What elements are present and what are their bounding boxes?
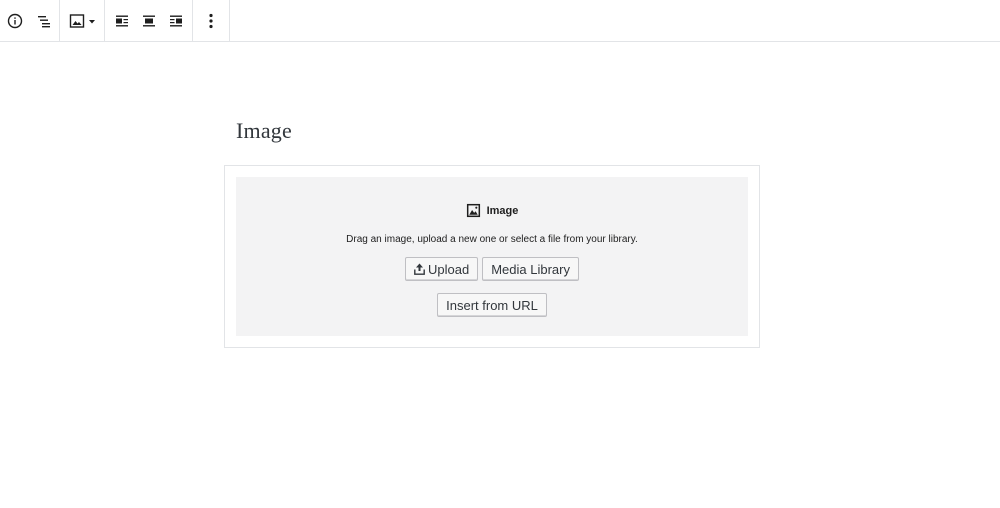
list-view-button[interactable] (30, 0, 60, 42)
insert-from-url-button[interactable]: Insert from URL (437, 293, 547, 317)
align-left-icon (115, 15, 128, 27)
insert-from-url-button-label: Insert from URL (446, 297, 538, 313)
block-title: Image (236, 118, 292, 143)
image-icon (69, 14, 84, 28)
block-info-button[interactable] (0, 0, 30, 42)
list-view-icon (38, 16, 51, 28)
placeholder-actions: Upload Media Library Insert from URL (236, 257, 748, 317)
placeholder-label-text: Image (486, 204, 519, 217)
placeholder-label: Image (236, 203, 748, 218)
dropdown-arrow-icon (88, 20, 95, 24)
image-placeholder: Image Drag an image, upload a new one or… (236, 177, 748, 336)
more-options-button[interactable] (193, 0, 229, 42)
toolbar-group-block-switcher (60, 0, 105, 42)
align-right-button[interactable] (162, 0, 189, 42)
media-library-button[interactable]: Media Library (482, 257, 579, 281)
upload-button-label: Upload (428, 261, 470, 277)
image-block-frame: Image Drag an image, upload a new one or… (224, 165, 760, 348)
media-library-button-label: Media Library (491, 261, 570, 277)
toolbar-group-alignment (105, 0, 193, 42)
align-right-icon (169, 15, 182, 27)
toolbar-group-general (0, 0, 60, 42)
info-icon (7, 13, 22, 29)
image-icon (466, 203, 480, 218)
align-left-button[interactable] (108, 0, 135, 42)
block-type-switcher[interactable] (60, 0, 104, 42)
upload-button[interactable]: Upload (405, 257, 479, 281)
upload-icon (414, 263, 425, 275)
block-toolbar (0, 0, 1000, 42)
toolbar-group-more (193, 0, 230, 42)
placeholder-instructions: Drag an image, upload a new one or selec… (346, 234, 638, 245)
align-center-icon (142, 15, 155, 27)
more-options-icon (209, 13, 213, 29)
align-center-button[interactable] (135, 0, 162, 42)
